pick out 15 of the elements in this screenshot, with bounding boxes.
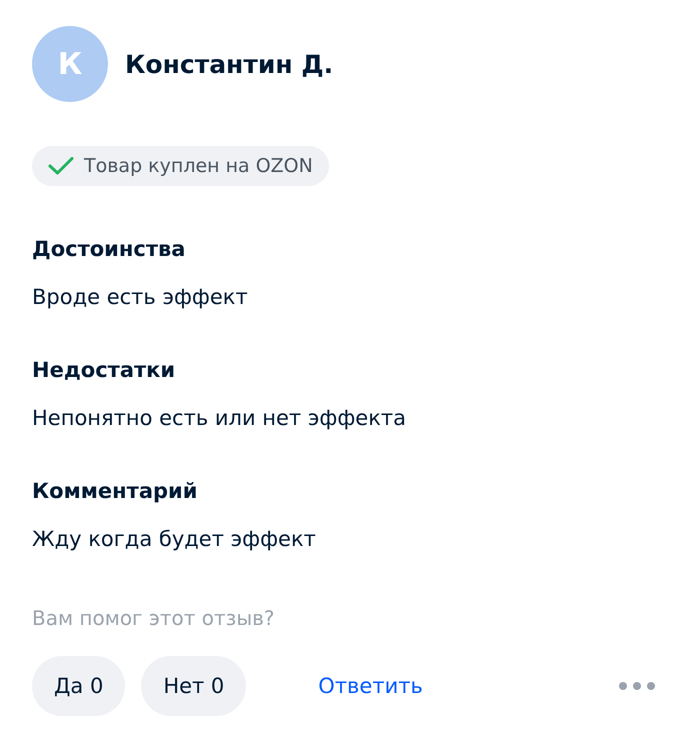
helpful-question: Вам помог этот отзыв? xyxy=(32,606,276,630)
vote-button[interactable]: Нет 0 xyxy=(141,656,246,716)
section-title: Комментарий xyxy=(32,478,198,504)
reply-link[interactable]: Ответить xyxy=(318,674,423,698)
badge-text: Товар куплен на OZON xyxy=(84,155,313,177)
section-text: Жду когда будет эффект xyxy=(32,526,317,552)
section-text: Непонятно есть или нет эффекта xyxy=(32,405,407,431)
checkmark-icon xyxy=(48,156,74,176)
section-title: Достоинства xyxy=(32,236,186,262)
vote-button[interactable]: Да 0 xyxy=(32,656,126,716)
section-title: Недостатки xyxy=(32,357,176,383)
section-text: Вроде есть эффект xyxy=(32,284,249,310)
avatar: К xyxy=(32,26,108,102)
author-name: Константин Д. xyxy=(125,50,334,78)
more-icon[interactable] xyxy=(618,681,656,691)
